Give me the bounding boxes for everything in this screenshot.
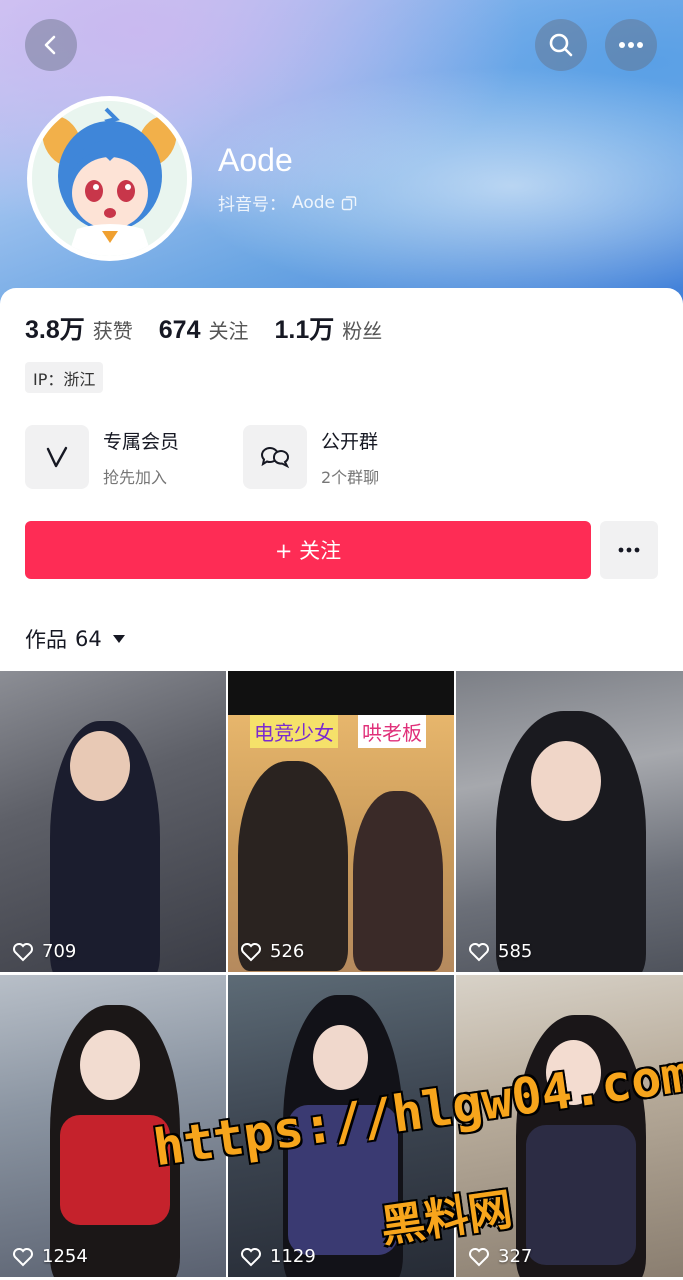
- video-thumbnail-subject: [238, 761, 348, 971]
- avatar[interactable]: [27, 96, 192, 261]
- stat-following-value: 674: [158, 316, 201, 344]
- more-options-button[interactable]: [605, 19, 657, 71]
- heart-icon: [241, 942, 261, 961]
- like-count: 526: [240, 941, 304, 962]
- stat-likes-value: 3.8万: [25, 316, 85, 344]
- heart-icon: [469, 942, 489, 961]
- search-icon: [549, 33, 573, 57]
- avatar-image: [32, 101, 187, 256]
- video-tile[interactable]: 1129: [228, 975, 454, 1277]
- more-actions-button[interactable]: [600, 521, 658, 579]
- profile-username: Aode: [218, 142, 293, 178]
- stat-likes[interactable]: 3.8万 获赞: [25, 310, 133, 346]
- stat-following[interactable]: 674 关注: [159, 315, 249, 345]
- video-tile[interactable]: 709: [0, 671, 226, 972]
- search-button[interactable]: [535, 19, 587, 71]
- group-chat-entry[interactable]: 公开群 2个群聊: [243, 425, 379, 489]
- heart-icon: [241, 1247, 261, 1266]
- video-tile[interactable]: 1254: [0, 975, 226, 1277]
- chat-bubbles-icon: [260, 447, 290, 469]
- like-count: 327: [468, 1246, 532, 1267]
- stat-followers-label: 粉丝: [342, 319, 383, 343]
- v-logo-icon: [46, 446, 68, 468]
- follow-button[interactable]: + 关注: [25, 521, 591, 579]
- works-tab[interactable]: 作品 64: [25, 624, 126, 654]
- works-tab-count: 64: [75, 627, 102, 651]
- like-count-value: 1129: [270, 1246, 316, 1267]
- video-tile[interactable]: 327: [456, 975, 683, 1277]
- like-count-value: 526: [270, 941, 305, 962]
- like-count-value: 327: [498, 1246, 533, 1267]
- chevron-left-icon: [44, 35, 56, 55]
- video-thumbnail-face: [546, 1040, 601, 1105]
- video-thumbnail-face: [80, 1030, 140, 1100]
- caret-down-icon: [112, 635, 125, 643]
- group-title: 公开群: [321, 430, 379, 453]
- like-count-value: 709: [42, 941, 77, 962]
- douyin-id-label: 抖音号：: [218, 195, 286, 215]
- group-icon-box: [243, 425, 307, 489]
- video-thumbnail-outfit: [60, 1115, 170, 1225]
- video-grid: 709 电竞少女 哄老板 526 585 1254 1129 327: [0, 671, 683, 1280]
- heart-icon: [13, 942, 33, 961]
- douyin-id[interactable]: 抖音号： Aode: [218, 190, 357, 215]
- stat-likes-label: 获赞: [92, 319, 133, 343]
- like-count-value: 1254: [42, 1246, 88, 1267]
- works-tab-label: 作品: [25, 628, 67, 652]
- copy-icon[interactable]: [341, 195, 357, 211]
- back-button[interactable]: [25, 19, 77, 71]
- group-subtitle: 2个群聊: [321, 467, 380, 487]
- stat-followers[interactable]: 1.1万 粉丝: [274, 310, 382, 346]
- video-thumbnail-outfit: [288, 1105, 398, 1255]
- video-thumbnail-face: [531, 741, 601, 821]
- video-tile[interactable]: 电竞少女 哄老板 526: [228, 671, 454, 972]
- video-tag: 哄老板: [358, 715, 426, 748]
- video-thumbnail-subject: [353, 791, 443, 971]
- membership-subtitle: 抢先加入: [103, 467, 168, 487]
- stat-followers-value: 1.1万: [274, 316, 335, 344]
- like-count: 1254: [12, 1246, 88, 1267]
- video-thumbnail-outfit: [526, 1125, 636, 1265]
- stat-following-label: 关注: [208, 319, 249, 343]
- membership-title: 专属会员: [103, 430, 180, 453]
- heart-icon: [469, 1247, 489, 1266]
- heart-icon: [13, 1247, 33, 1266]
- like-count: 1129: [240, 1246, 316, 1267]
- more-horizontal-icon: [618, 547, 640, 553]
- like-count-value: 585: [498, 941, 533, 962]
- like-count: 585: [468, 941, 532, 962]
- ip-location-tag: IP：浙江: [25, 362, 104, 393]
- video-tile[interactable]: 585: [456, 671, 683, 972]
- profile-stats: 3.8万 获赞 674 关注 1.1万 粉丝: [25, 310, 408, 346]
- douyin-id-value: Aode: [292, 192, 335, 213]
- video-thumbnail-face: [313, 1025, 368, 1090]
- like-count: 709: [12, 941, 76, 962]
- more-horizontal-icon: [619, 42, 643, 48]
- membership-icon-box: [25, 425, 89, 489]
- membership-entry[interactable]: 专属会员 抢先加入: [25, 425, 179, 489]
- video-tag: 电竞少女: [250, 715, 338, 748]
- video-thumbnail-face: [70, 731, 130, 801]
